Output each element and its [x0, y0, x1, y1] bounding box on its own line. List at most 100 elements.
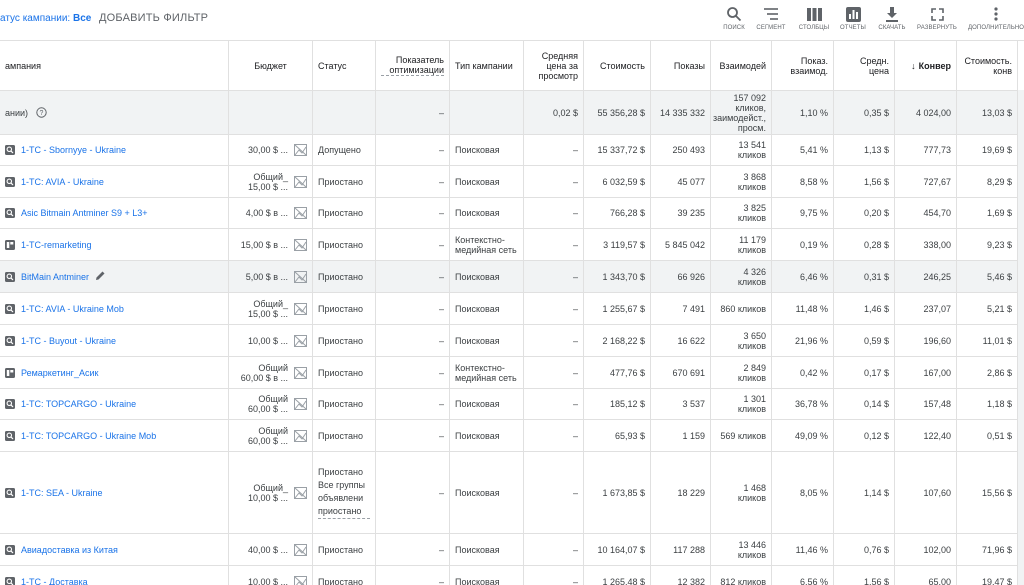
- budget-chart-icon[interactable]: [294, 398, 307, 410]
- budget-cell[interactable]: 40,00 $ ...: [229, 534, 313, 565]
- status-cell[interactable]: Приостано: [313, 261, 376, 292]
- status-cell[interactable]: Приостано: [313, 420, 376, 451]
- search-tool-button[interactable]: ПОИСК: [718, 5, 750, 31]
- status-cell[interactable]: Приостано: [313, 534, 376, 565]
- table-row[interactable]: 1-TC: TOPCARGO - Ukraine Общий 60,00 $ .…: [0, 389, 1024, 420]
- column-header-status[interactable]: Статус: [313, 41, 376, 90]
- column-header-interactions[interactable]: Взаимодей: [711, 41, 772, 90]
- budget-chart-icon[interactable]: [294, 543, 307, 556]
- table-row[interactable]: 1-TC: AVIA - Ukraine Общий_ 15,00 $ ... …: [0, 166, 1024, 198]
- interaction-rate-cell: 6,56 %: [772, 566, 834, 585]
- column-header-impressions[interactable]: Показы: [651, 41, 711, 90]
- column-header-avg-view-cost[interactable]: Средняя цена за просмотр: [524, 41, 584, 90]
- status-cell[interactable]: Приостано: [313, 389, 376, 419]
- budget-chart-icon[interactable]: [294, 270, 307, 283]
- type-cell: Поисковая: [450, 534, 524, 565]
- table-row[interactable]: 1-TC - Sbornyye - Ukraine 30,00 $ ... До…: [0, 135, 1024, 166]
- table-row[interactable]: 1-TC-remarketing 15,00 $ в ... Приостано…: [0, 229, 1024, 261]
- column-header-optimization[interactable]: Показатель оптимизации: [376, 41, 450, 90]
- status-cell[interactable]: Приостано: [313, 166, 376, 197]
- column-header-type[interactable]: Тип кампании: [450, 41, 524, 90]
- impressions-cell: 66 926: [651, 261, 711, 292]
- campaign-name-link[interactable]: 1-TC: SEA - Ukraine: [21, 488, 103, 498]
- status-cell[interactable]: Допущено: [313, 135, 376, 165]
- table-row[interactable]: Авиадоставка из Китая 40,00 $ ... Приост…: [0, 534, 1024, 566]
- status-cell[interactable]: Приостано: [313, 229, 376, 260]
- campaign-name-link[interactable]: Asic Bitmain Antminer S9 + L3+: [21, 208, 148, 218]
- budget-chart-icon[interactable]: [294, 334, 307, 347]
- expand-tool-button[interactable]: РАЗВЕРНУТЬ: [914, 5, 960, 31]
- table-row[interactable]: 1-TC: TOPCARGO - Ukraine Mob Общий 60,00…: [0, 420, 1024, 452]
- column-header-campaign[interactable]: ампания: [0, 41, 229, 90]
- table-row[interactable]: 1-TC: AVIA - Ukraine Mob Общий_ 15,00 $ …: [0, 293, 1024, 325]
- budget-chart-icon[interactable]: [294, 207, 307, 219]
- download-tool-button[interactable]: СКАЧАТЬ: [874, 5, 910, 31]
- budget-cell[interactable]: Общий_ 15,00 $ ...: [229, 166, 313, 197]
- add-filter-button[interactable]: ДОБАВИТЬ ФИЛЬТР: [99, 12, 208, 24]
- conversions-cell: 157,48: [895, 389, 957, 419]
- column-header-avg-cost[interactable]: Средн. цена: [834, 41, 895, 90]
- budget-chart-icon[interactable]: [294, 238, 307, 251]
- budget-cell[interactable]: Общий_ 10,00 $ ...: [229, 452, 313, 533]
- totals-row: ании) ? – 0,02 $ 55 356,28 $ 14 335 332 …: [0, 91, 1024, 135]
- campaign-name-link[interactable]: 1-TC: AVIA - Ukraine Mob: [21, 304, 124, 314]
- column-header-interaction-rate[interactable]: Показ. взаимод.: [772, 41, 834, 90]
- budget-chart-icon[interactable]: [294, 366, 307, 379]
- reports-tool-button[interactable]: ОТЧЕТЫ: [838, 5, 868, 31]
- column-header-conversions[interactable]: ↓ Конвер: [895, 41, 957, 90]
- status-cell[interactable]: Приостано: [313, 293, 376, 324]
- status-cell[interactable]: Приостано: [313, 566, 376, 585]
- campaign-status-filter[interactable]: атус кампании: Все: [0, 13, 91, 24]
- campaign-name-link[interactable]: 1-TC - Sbornyye - Ukraine: [21, 145, 126, 155]
- interaction-rate-cell: 8,05 %: [772, 452, 834, 533]
- budget-cell[interactable]: 10,00 $ ...: [229, 566, 313, 585]
- status-value: Приостано: [318, 271, 364, 282]
- budget-chart-icon[interactable]: [294, 486, 307, 499]
- budget-value: Общий_ 15,00 $ ...: [247, 171, 288, 192]
- campaign-name-link[interactable]: BitMain Antminer: [21, 272, 89, 282]
- campaign-name-link[interactable]: 1-TC-remarketing: [21, 240, 92, 250]
- table-row[interactable]: Asic Bitmain Antminer S9 + L3+ 4,00 $ в …: [0, 198, 1024, 229]
- budget-chart-icon[interactable]: [294, 575, 307, 585]
- edit-pencil-icon[interactable]: [95, 270, 106, 284]
- column-header-cost[interactable]: Стоимость: [584, 41, 651, 90]
- table-row[interactable]: 1-TC - Buyout - Ukraine 10,00 $ ... Прио…: [0, 325, 1024, 357]
- budget-cell[interactable]: Общий 60,00 $ в ...: [229, 357, 313, 388]
- status-cell[interactable]: Приостано: [313, 198, 376, 228]
- column-header-conversion-cost[interactable]: Стоимость. конв: [957, 41, 1018, 90]
- status-value: Приостано: [318, 239, 364, 250]
- campaign-name-link[interactable]: 1-TC: AVIA - Ukraine: [21, 177, 104, 187]
- campaign-name-link[interactable]: 1-TC: TOPCARGO - Ukraine: [21, 399, 136, 409]
- vertical-scrollbar[interactable]: [1018, 90, 1024, 585]
- table-row[interactable]: 1-TC: SEA - Ukraine Общий_ 10,00 $ ... П…: [0, 452, 1024, 534]
- campaign-name-link[interactable]: 1-TC - Доставка: [21, 577, 88, 585]
- campaign-name-link[interactable]: Ремаркетинг_Асик: [21, 368, 98, 378]
- table-row[interactable]: 1-TC - Доставка 10,00 $ ... Приостано – …: [0, 566, 1024, 585]
- status-cell[interactable]: Приостано Все группы объявлени приостано: [313, 452, 376, 533]
- budget-chart-icon[interactable]: [294, 144, 307, 156]
- campaign-name-link[interactable]: 1-TC - Buyout - Ukraine: [21, 336, 116, 346]
- budget-cell[interactable]: Общий 60,00 $ ...: [229, 420, 313, 451]
- segment-tool-button[interactable]: СЕГМЕНТ: [752, 5, 790, 31]
- help-icon[interactable]: ?: [36, 107, 47, 118]
- budget-cell[interactable]: 5,00 $ в ...: [229, 261, 313, 292]
- budget-chart-icon[interactable]: [294, 429, 307, 442]
- budget-cell[interactable]: Общий_ 15,00 $ ...: [229, 293, 313, 324]
- column-header-budget[interactable]: Бюджет: [229, 41, 313, 90]
- budget-cell[interactable]: 15,00 $ в ...: [229, 229, 313, 260]
- conversion-cost-cell: 9,23 $: [957, 229, 1018, 260]
- columns-tool-button[interactable]: СТОЛБЦЫ: [796, 5, 832, 31]
- budget-cell[interactable]: 10,00 $ ...: [229, 325, 313, 356]
- budget-cell[interactable]: Общий 60,00 $ ...: [229, 389, 313, 419]
- more-tool-button[interactable]: ДОПОЛНИТЕЛЬНО: [968, 5, 1024, 31]
- table-row[interactable]: Ремаркетинг_Асик Общий 60,00 $ в ... При…: [0, 357, 1024, 389]
- budget-cell[interactable]: 30,00 $ ...: [229, 135, 313, 165]
- budget-cell[interactable]: 4,00 $ в ...: [229, 198, 313, 228]
- table-row[interactable]: BitMain Antminer 5,00 $ в ... Приостано …: [0, 261, 1024, 293]
- status-cell[interactable]: Приостано: [313, 325, 376, 356]
- campaign-name-link[interactable]: 1-TC: TOPCARGO - Ukraine Mob: [21, 431, 156, 441]
- campaign-name-link[interactable]: Авиадоставка из Китая: [21, 545, 118, 555]
- status-cell[interactable]: Приостано: [313, 357, 376, 388]
- budget-chart-icon[interactable]: [294, 302, 307, 315]
- budget-chart-icon[interactable]: [294, 175, 307, 188]
